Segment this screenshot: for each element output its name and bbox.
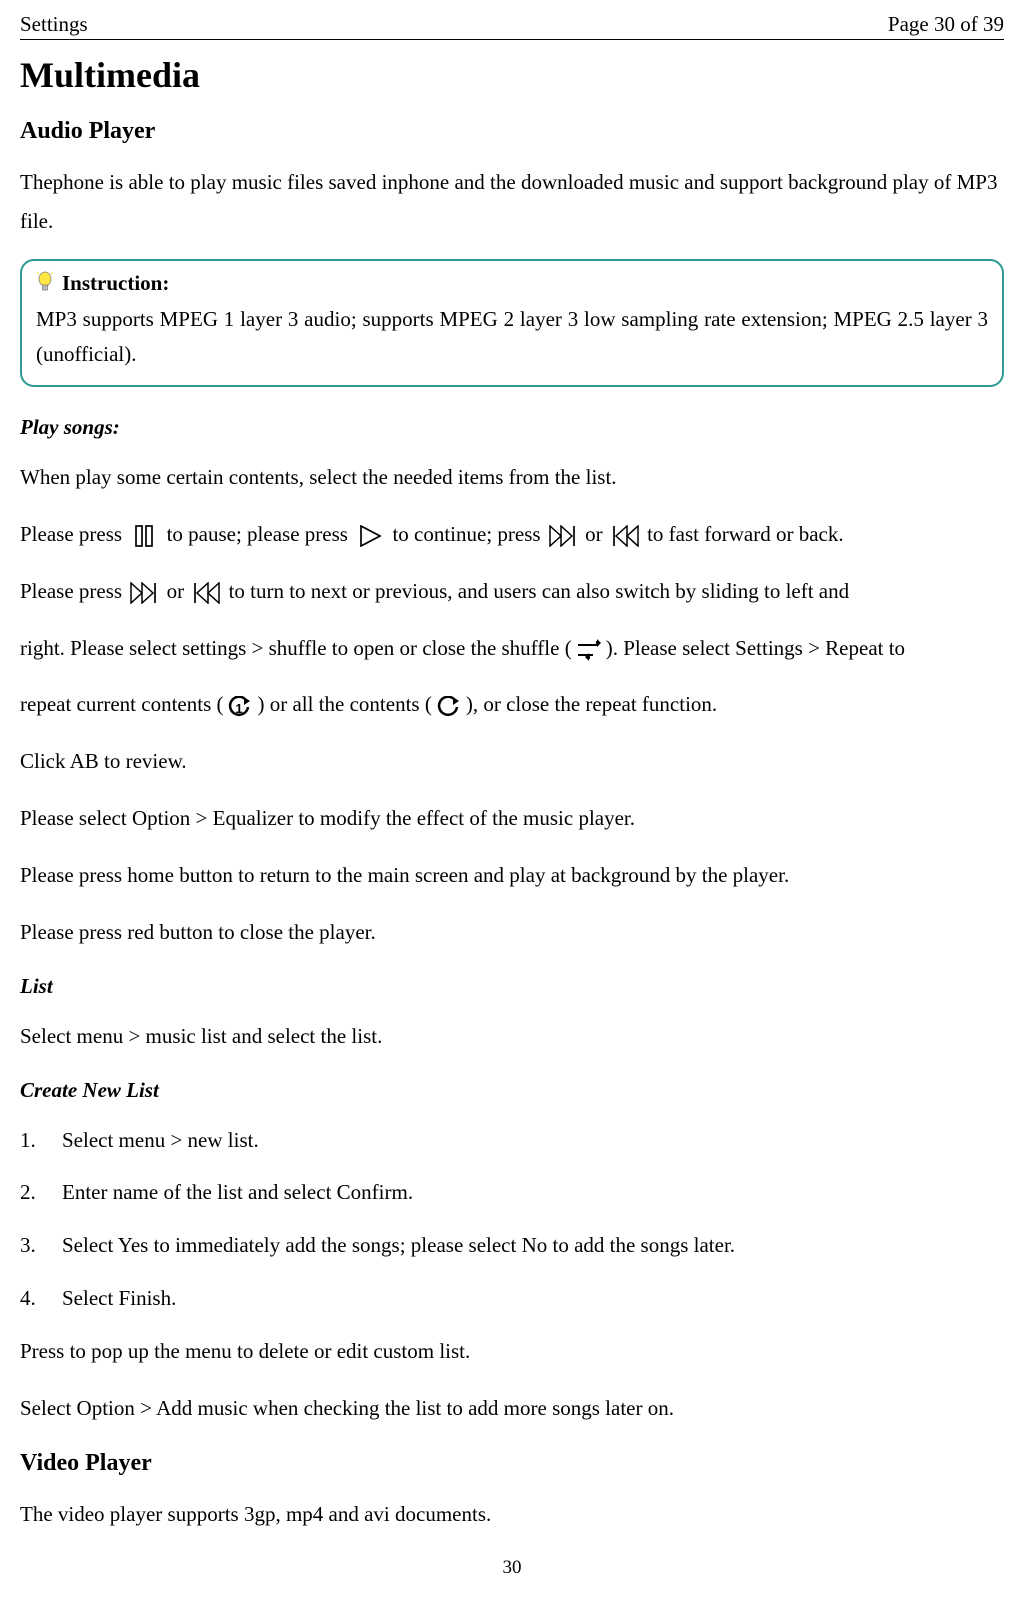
svg-text:1: 1	[236, 701, 243, 716]
popup-menu-text: Press to pop up the menu to delete or ed…	[20, 1332, 1004, 1371]
callout-body: MP3 supports MPEG 1 layer 3 audio; suppo…	[36, 302, 988, 373]
step-2: Enter name of the list and select Confir…	[20, 1173, 1004, 1212]
page-title: Multimedia	[20, 54, 1004, 96]
callout-label: Instruction:	[62, 271, 169, 296]
header-left: Settings	[20, 12, 88, 37]
repeat-one-icon: 1	[225, 695, 255, 719]
list-heading: List	[20, 974, 1004, 999]
play-songs-heading: Play songs:	[20, 415, 1004, 440]
home-button-text: Please press home button to return to th…	[20, 856, 1004, 895]
header-right: Page 30 of 39	[888, 12, 1004, 37]
add-more-songs-text: Select Option > Add music when checking …	[20, 1389, 1004, 1428]
lightbulb-icon	[36, 271, 54, 295]
red-button-text: Please press red button to close the pla…	[20, 913, 1004, 952]
next-track-icon	[129, 581, 159, 605]
previous-track-icon	[191, 581, 221, 605]
audio-intro: Thephone is able to play music files sav…	[20, 163, 1004, 241]
step-4: Select Finish.	[20, 1279, 1004, 1318]
create-list-heading: Create New List	[20, 1078, 1004, 1103]
equalizer-text: Please select Option > Equalizer to modi…	[20, 799, 1004, 838]
fast-forward-icon	[548, 524, 578, 548]
instruction-callout: Instruction: MP3 supports MPEG 1 layer 3…	[20, 259, 1004, 387]
pause-icon	[129, 524, 159, 548]
shuffle-icon	[574, 638, 604, 662]
play-icon	[355, 524, 385, 548]
list-text: Select menu > music list and select the …	[20, 1017, 1004, 1056]
play-line1: When play some certain contents, select …	[20, 458, 1004, 497]
play-shuffle-line: right. Please select settings > shuffle …	[20, 629, 1004, 668]
play-repeat-line: repeat current contents ( 1 ) or all the…	[20, 685, 1004, 724]
ab-review: Click AB to review.	[20, 742, 1004, 781]
video-player-text: The video player supports 3gp, mp4 and a…	[20, 1495, 1004, 1534]
step-1: Select menu > new list.	[20, 1121, 1004, 1160]
page-number: 30	[20, 1557, 1004, 1579]
rewind-icon	[610, 524, 640, 548]
video-player-heading: Video Player	[20, 1450, 1004, 1477]
play-controls-line2: Please press or to turn to next or previ…	[20, 572, 1004, 611]
page-header: Settings Page 30 of 39	[20, 12, 1004, 40]
repeat-all-icon	[434, 695, 464, 719]
play-controls-line1: Please press to pause; please press to c…	[20, 515, 1004, 554]
audio-player-heading: Audio Player	[20, 118, 1004, 145]
step-3: Select Yes to immediately add the songs;…	[20, 1226, 1004, 1265]
callout-header: Instruction:	[36, 271, 988, 296]
create-list-steps: Select menu > new list. Enter name of th…	[20, 1121, 1004, 1318]
